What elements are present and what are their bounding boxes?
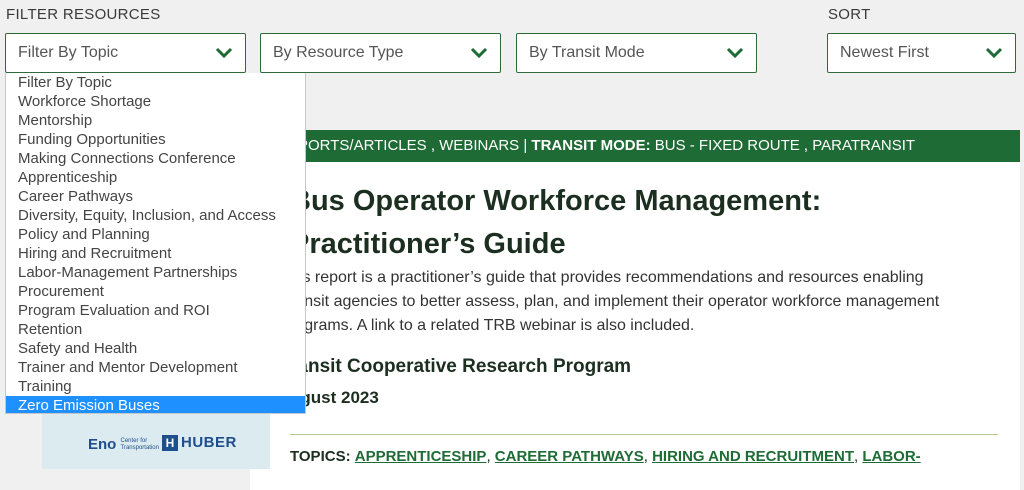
dropdown-option[interactable]: Mentorship [6,111,305,130]
card-transit-modes: BUS - FIXED ROUTE , PARATRANSIT [654,137,916,154]
card-resource-types: PORTS/ARTICLES , WEBINARS | [298,137,528,154]
huber-logo-mark: H [162,434,178,451]
dropdown-option[interactable]: Filter By Topic [6,73,305,92]
chevron-down-icon [726,47,744,59]
resource-description: his report is a practitioner’s guide tha… [290,269,940,334]
transit-mode-select-value: By Transit Mode [529,44,645,61]
dropdown-option[interactable]: Labor-Management Partnerships [6,263,305,282]
huber-logo-text: HUBER [181,434,237,451]
dropdown-option[interactable]: Safety and Health [6,339,305,358]
topic-link[interactable]: APPRENTICESHIP [355,448,487,465]
chevron-down-icon [470,47,488,59]
dropdown-option[interactable]: Training [6,377,305,396]
resource-type-select[interactable]: By Resource Type [260,33,501,73]
topic-dropdown-list[interactable]: Filter By Topic Workforce Shortage Mentors… [5,73,306,414]
huber-logo: H HUBER [162,434,237,451]
resource-title-line2: Practitioner’s Guide [290,228,566,260]
topic-link[interactable]: LABOR- [862,448,920,465]
card-meta-bar: PORTS/ARTICLES , WEBINARS | TRANSIT MODE… [250,130,1020,162]
dropdown-option[interactable]: Retention [6,320,305,339]
topic-select[interactable]: Filter By Topic [5,33,246,73]
dropdown-option[interactable]: Program Evaluation and ROI [6,301,305,320]
topic-select-value: Filter By Topic [18,44,119,61]
dropdown-option[interactable]: Funding Opportunities [6,130,305,149]
resource-title[interactable]: Bus Operator Workforce Management: Pract… [290,180,930,266]
dropdown-option[interactable]: Zero Emission Buses [6,396,305,413]
card-transit-mode-label: TRANSIT MODE: [531,137,651,154]
eno-logo: Eno Center for Transportation [88,436,159,453]
divider [290,434,998,435]
dropdown-option[interactable]: Workforce Shortage [6,92,305,111]
transit-mode-select[interactable]: By Transit Mode [516,33,757,73]
resource-topics: TOPICS: APPRENTICESHIP, CAREER PATHWAYS,… [290,448,921,465]
sort-select[interactable]: Newest First [827,33,1016,73]
dropdown-option[interactable]: Career Pathways [6,187,305,206]
chevron-down-icon [985,47,1003,59]
resource-type-select-value: By Resource Type [273,44,404,61]
chevron-down-icon [215,47,233,59]
resource-organization: ransit Cooperative Research Program [290,356,632,377]
dropdown-option[interactable]: Making Connections Conference [6,149,305,168]
topic-link[interactable]: HIRING AND RECRUITMENT [652,448,854,465]
topics-label: TOPICS: [290,448,351,465]
topic-link[interactable]: CAREER PATHWAYS [495,448,644,465]
dropdown-option[interactable]: Policy and Planning [6,225,305,244]
sort-select-value: Newest First [840,44,929,61]
sort-label: SORT [828,6,871,23]
dropdown-option[interactable]: Trainer and Mentor Development [6,358,305,377]
dropdown-option[interactable]: Apprenticeship [6,168,305,187]
dropdown-option[interactable]: Diversity, Equity, Inclusion, and Access [6,206,305,225]
resource-title-line1: Bus Operator Workforce Management: [290,185,822,217]
dropdown-option[interactable]: Procurement [6,282,305,301]
dropdown-option[interactable]: Hiring and Recruitment [6,244,305,263]
filter-resources-label: FILTER RESOURCES [6,6,161,23]
